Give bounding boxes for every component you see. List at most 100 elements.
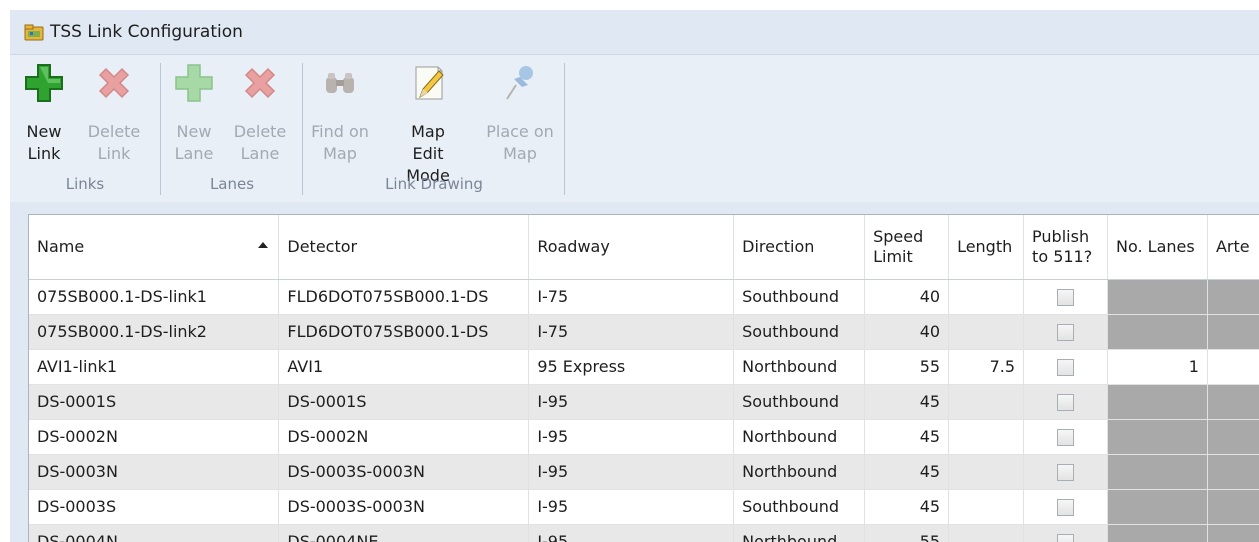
new-lane-button[interactable]: New Lane [164, 59, 224, 179]
publish-checkbox[interactable] [1057, 324, 1075, 341]
group-label-lanes: Lanes [209, 175, 255, 193]
cell-name[interactable]: DS-0003S [29, 489, 280, 525]
publish-checkbox[interactable] [1057, 429, 1075, 446]
map-edit-label-1: Map Edit [411, 122, 445, 163]
cell-speed-limit[interactable]: 55 [864, 349, 950, 385]
cell-direction[interactable]: Northbound [733, 454, 866, 490]
find-on-map-label-1: Find on [311, 122, 369, 141]
pushpin-icon [506, 66, 533, 100]
cell-direction[interactable]: Southbound [733, 279, 866, 315]
cell-speed-limit[interactable]: 40 [864, 314, 950, 350]
cell-detector[interactable]: DS-0004NE [278, 524, 530, 542]
cell-arterial [1207, 314, 1259, 350]
table-row[interactable]: DS-0004N DS-0004NE I-95 Northbound 55 [29, 524, 1259, 542]
column-header-arterial[interactable]: Arte [1207, 215, 1259, 280]
group-label-link-drawing: Link Drawing [385, 175, 483, 193]
cell-no-lanes[interactable]: 1 [1107, 349, 1208, 385]
column-header-length[interactable]: Length [948, 215, 1025, 280]
new-link-label-1: New [26, 122, 62, 141]
publish-checkbox[interactable] [1057, 499, 1075, 516]
table-row[interactable]: DS-0003N DS-0003S-0003N I-95 Northbound 45 [29, 454, 1259, 490]
cell-speed-limit[interactable]: 45 [864, 419, 950, 455]
cell-length[interactable] [948, 454, 1025, 490]
cell-speed-limit[interactable]: 55 [864, 524, 950, 542]
cell-roadway[interactable]: I-95 [528, 524, 735, 542]
cell-name[interactable]: DS-0002N [29, 419, 280, 455]
column-header-direction[interactable]: Direction [733, 215, 866, 280]
cell-length[interactable]: 7.5 [948, 349, 1025, 385]
new-link-button[interactable]: New Link [14, 59, 74, 179]
delete-lane-label-2: Lane [240, 144, 280, 163]
table-row[interactable]: 075SB000.1-DS-link1 FLD6DOT075SB000.1-DS I… [29, 279, 1259, 315]
cell-speed-limit[interactable]: 45 [864, 454, 950, 490]
cell-length[interactable] [948, 384, 1025, 420]
cell-name[interactable]: DS-0004N [29, 524, 280, 542]
table-row[interactable]: AVI1-link1 AVI1 95 Express Northbound 55 7.5 1 [29, 349, 1259, 385]
cell-detector[interactable]: DS-0003S-0003N [278, 489, 530, 525]
column-header-name[interactable]: Name [29, 215, 280, 280]
cell-direction[interactable]: Northbound [733, 419, 866, 455]
cell-direction[interactable]: Southbound [733, 489, 866, 525]
cell-roadway[interactable]: I-95 [528, 419, 735, 455]
cell-length[interactable] [948, 419, 1025, 455]
column-header-detector[interactable]: Detector [278, 215, 530, 280]
cell-roadway[interactable]: 95 Express [528, 349, 735, 385]
table-row[interactable]: 075SB000.1-DS-link2 FLD6DOT075SB000.1-DS I… [29, 314, 1259, 350]
map-edit-mode-button[interactable]: Map Edit Mode [398, 59, 458, 185]
green-plus-icon [25, 64, 63, 102]
cell-no-lanes [1107, 314, 1208, 350]
grid-header-row: Name Detector Roadway Direction Speed Lim… [29, 215, 1259, 280]
cell-length[interactable] [948, 524, 1025, 542]
cell-no-lanes [1107, 279, 1208, 315]
cell-detector[interactable]: FLD6DOT075SB000.1-DS [278, 314, 530, 350]
place-on-map-button[interactable]: Place on Map [486, 59, 554, 179]
cell-detector[interactable]: FLD6DOT075SB000.1-DS [278, 279, 530, 315]
cell-length[interactable] [948, 489, 1025, 525]
cell-roadway[interactable]: I-75 [528, 279, 735, 315]
publish-checkbox[interactable] [1057, 394, 1075, 411]
title-bar: TSS Link Configuration [10, 10, 1259, 54]
cell-roadway[interactable]: I-75 [528, 314, 735, 350]
cell-speed-limit[interactable]: 45 [864, 489, 950, 525]
table-row[interactable]: DS-0003S DS-0003S-0003N I-95 Southbound 45 [29, 489, 1259, 525]
column-header-no-lanes[interactable]: No. Lanes [1107, 215, 1208, 280]
cell-arterial[interactable] [1207, 349, 1259, 385]
links-data-grid: Name Detector Roadway Direction Speed Lim… [28, 214, 1259, 542]
cell-length[interactable] [948, 279, 1025, 315]
cell-roadway[interactable]: I-95 [528, 489, 735, 525]
column-header-speed-limit[interactable]: Speed Limit [864, 215, 950, 280]
app-folder-icon [24, 23, 44, 41]
delete-lane-button[interactable]: Delete Lane [230, 59, 290, 179]
cell-no-lanes [1107, 384, 1208, 420]
table-row[interactable]: DS-0002N DS-0002N I-95 Northbound 45 [29, 419, 1259, 455]
cell-name[interactable]: 075SB000.1-DS-link1 [29, 279, 280, 315]
cell-detector[interactable]: AVI1 [278, 349, 530, 385]
publish-checkbox[interactable] [1057, 289, 1075, 306]
new-lane-label-1: New [176, 122, 212, 141]
cell-name[interactable]: AVI1-link1 [29, 349, 280, 385]
cell-roadway[interactable]: I-95 [528, 454, 735, 490]
cell-detector[interactable]: DS-0002N [278, 419, 530, 455]
cell-speed-limit[interactable]: 45 [864, 384, 950, 420]
find-on-map-button[interactable]: Find on Map [310, 59, 370, 179]
cell-length[interactable] [948, 314, 1025, 350]
cell-direction[interactable]: Northbound [733, 524, 866, 542]
cell-direction[interactable]: Northbound [733, 349, 866, 385]
column-header-roadway[interactable]: Roadway [528, 215, 735, 280]
publish-checkbox[interactable] [1057, 359, 1075, 376]
cell-direction[interactable]: Southbound [733, 384, 866, 420]
cell-speed-limit[interactable]: 40 [864, 279, 950, 315]
cell-detector[interactable]: DS-0003S-0003N [278, 454, 530, 490]
cell-name[interactable]: 075SB000.1-DS-link2 [29, 314, 280, 350]
table-row[interactable]: DS-0001S DS-0001S I-95 Southbound 45 [29, 384, 1259, 420]
column-header-publish[interactable]: Publish to 511? [1023, 215, 1109, 280]
app-window: TSS Link Configuration New Link Delete Lin… [10, 10, 1259, 542]
cell-direction[interactable]: Southbound [733, 314, 866, 350]
cell-name[interactable]: DS-0001S [29, 384, 280, 420]
cell-detector[interactable]: DS-0001S [278, 384, 530, 420]
cell-roadway[interactable]: I-95 [528, 384, 735, 420]
publish-checkbox[interactable] [1057, 534, 1075, 542]
publish-checkbox[interactable] [1057, 464, 1075, 481]
delete-link-button[interactable]: Delete Link [84, 59, 144, 179]
cell-name[interactable]: DS-0003N [29, 454, 280, 490]
